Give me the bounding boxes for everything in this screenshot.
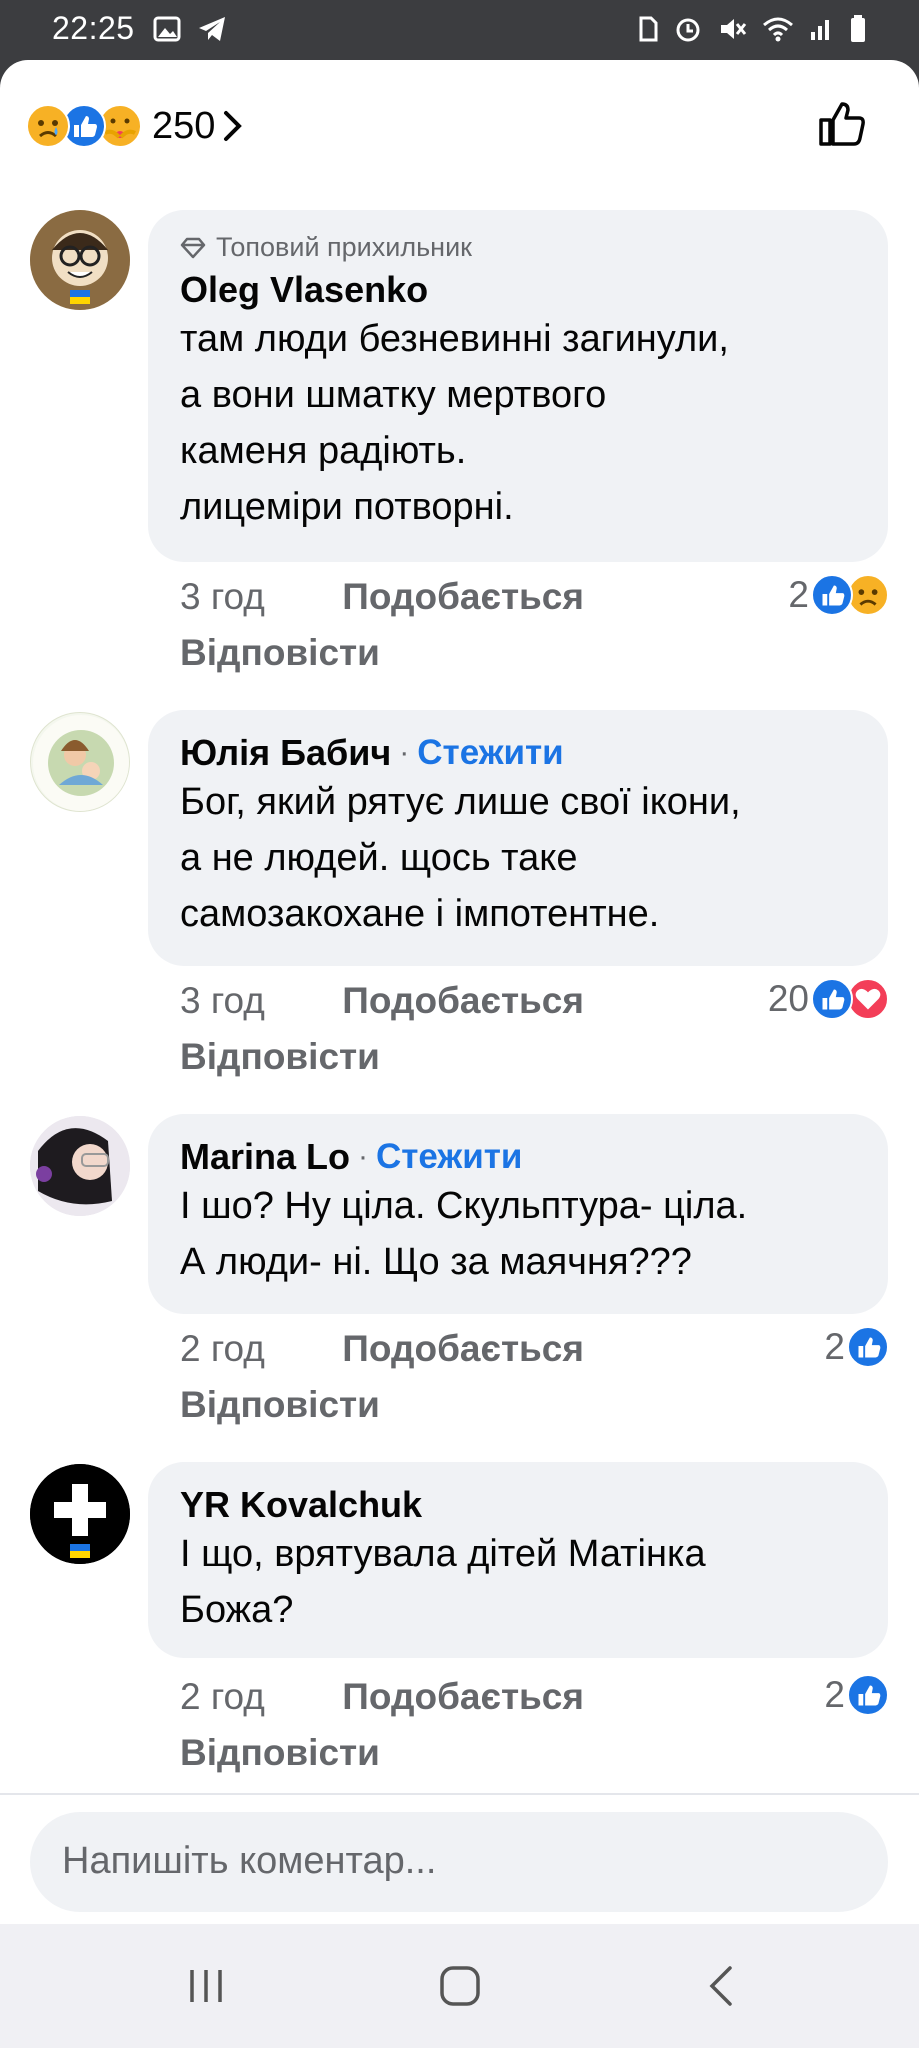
comment-bubble: Marina Lo · Стежити І шо? Ну ціла. Скуль…	[148, 1114, 888, 1314]
comment-line: самозакохане і імпотентне.	[180, 893, 660, 935]
comment-reactions[interactable]: 2	[788, 574, 889, 616]
alarm-icon	[676, 18, 700, 42]
battery-icon	[851, 15, 865, 42]
comment-time: 3 год	[180, 980, 265, 1021]
comment-text: Бог, який рятує лише свої ікони, а не лю…	[180, 774, 856, 942]
status-bar: 22:25	[0, 0, 919, 60]
commenter-name[interactable]: Marina Lo	[180, 1136, 350, 1178]
comment-reactions[interactable]: 2	[824, 1674, 889, 1716]
comments-sheet: 250 Топовий прихильник Oleg Vlasenko там…	[0, 60, 919, 1924]
diamond-icon	[180, 237, 206, 258]
comment-time: 3 год	[180, 576, 265, 617]
follow-button[interactable]: Стежити	[417, 733, 563, 773]
commenter-name[interactable]: YR Kovalchuk	[180, 1484, 422, 1526]
comment-line: Божа?	[180, 1589, 294, 1631]
avatar[interactable]	[30, 1116, 130, 1216]
comment-input[interactable]: Напишіть коментар...	[30, 1812, 888, 1912]
thumbs-up-icon	[819, 102, 865, 146]
comment-text: І що, врятувала дітей Матінка Божа?	[180, 1526, 856, 1638]
signal-icon	[811, 20, 829, 40]
reply-button[interactable]: Відповісти	[180, 1384, 380, 1426]
reply-button[interactable]: Відповісти	[180, 1036, 380, 1078]
mute-icon	[721, 19, 747, 39]
status-time: 22:25	[52, 10, 135, 46]
comment-line: Бог, який рятує лише свої ікони,	[180, 781, 741, 823]
sim-icon	[639, 16, 658, 42]
avatar[interactable]	[30, 1464, 130, 1564]
comment-line: І що, врятувала дітей Матінка	[180, 1533, 706, 1575]
comment-meta: 3 год Подобається	[180, 980, 584, 1022]
like-comment-button[interactable]: Подобається	[342, 980, 584, 1021]
reaction-count: 2	[824, 1326, 845, 1367]
separator-dot: ·	[358, 1140, 369, 1173]
commenter-name[interactable]: Oleg Vlasenko	[180, 269, 428, 311]
reactions-summary[interactable]: 250	[26, 96, 245, 156]
love-icon	[847, 978, 889, 1020]
comment-bubble: Юлія Бабич · Стежити Бог, який рятує лиш…	[148, 710, 888, 966]
comment-line: А люди- ні. Що за маячня???	[180, 1241, 692, 1283]
follow-button[interactable]: Стежити	[376, 1137, 522, 1177]
composer-divider	[0, 1793, 919, 1795]
comment-text: там люди безневинні загинули, а вони шма…	[180, 311, 856, 535]
comment-bubble: YR Kovalchuk І що, врятувала дітей Матін…	[148, 1462, 888, 1658]
system-nav-bar	[0, 1924, 919, 2048]
comment-input-placeholder: Напишіть коментар...	[62, 1840, 437, 1882]
comment-time: 2 год	[180, 1676, 265, 1717]
top-fan-badge: Топовий прихильник	[180, 232, 856, 263]
avatar[interactable]	[30, 712, 130, 812]
commenter-name[interactable]: Юлія Бабич	[180, 732, 391, 774]
comment-line: там люди безневинні загинули,	[180, 318, 729, 360]
comment-line: каменя радіють.	[180, 430, 467, 472]
like-icon	[811, 574, 853, 616]
reaction-count: 2	[788, 574, 809, 615]
sad-icon	[26, 104, 70, 148]
reaction-count: 2	[824, 1674, 845, 1715]
reply-button[interactable]: Відповісти	[180, 632, 380, 674]
comment-reactions[interactable]: 20	[768, 978, 889, 1020]
badge-label: Топовий прихильник	[216, 232, 472, 262]
comment-bubble: Топовий прихильник Oleg Vlasenko там люд…	[148, 210, 888, 562]
like-post-button[interactable]	[815, 96, 869, 155]
reply-button[interactable]: Відповісти	[180, 1732, 380, 1774]
comment-reactions[interactable]: 2	[824, 1326, 889, 1368]
reaction-count: 20	[767, 978, 809, 1019]
like-comment-button[interactable]: Подобається	[342, 1676, 584, 1717]
wifi-icon	[763, 17, 793, 42]
comment-meta: 3 год Подобається	[180, 576, 584, 618]
comment-line: а не людей. щось таке	[180, 837, 578, 879]
comment-text: І шо? Ну ціла. Скульптура- ціла. А люди-…	[180, 1178, 856, 1290]
like-comment-button[interactable]: Подобається	[342, 576, 584, 617]
like-icon	[847, 1326, 889, 1368]
comment-meta: 2 год Подобається	[180, 1676, 584, 1718]
comment-meta: 2 год Подобається	[180, 1328, 584, 1370]
chevron-right-icon	[224, 111, 243, 141]
sad-icon	[847, 574, 889, 616]
recent-apps-icon[interactable]	[184, 1964, 228, 2008]
reactions-count: 250	[152, 104, 216, 147]
telegram-icon	[199, 17, 225, 41]
comment-line: а вони шматку мертвого	[180, 374, 607, 416]
separator-dot: ·	[399, 736, 410, 769]
like-icon	[811, 978, 853, 1020]
like-icon	[847, 1674, 889, 1716]
home-icon[interactable]	[438, 1964, 482, 2008]
back-icon[interactable]	[700, 1964, 744, 2008]
avatar[interactable]	[30, 210, 130, 310]
comment-line: лицеміри потворні.	[180, 486, 514, 528]
gallery-icon	[153, 16, 181, 42]
like-comment-button[interactable]: Подобається	[342, 1328, 584, 1369]
comment-line: І шо? Ну ціла. Скульптура- ціла.	[180, 1185, 748, 1227]
comment-time: 2 год	[180, 1328, 265, 1369]
